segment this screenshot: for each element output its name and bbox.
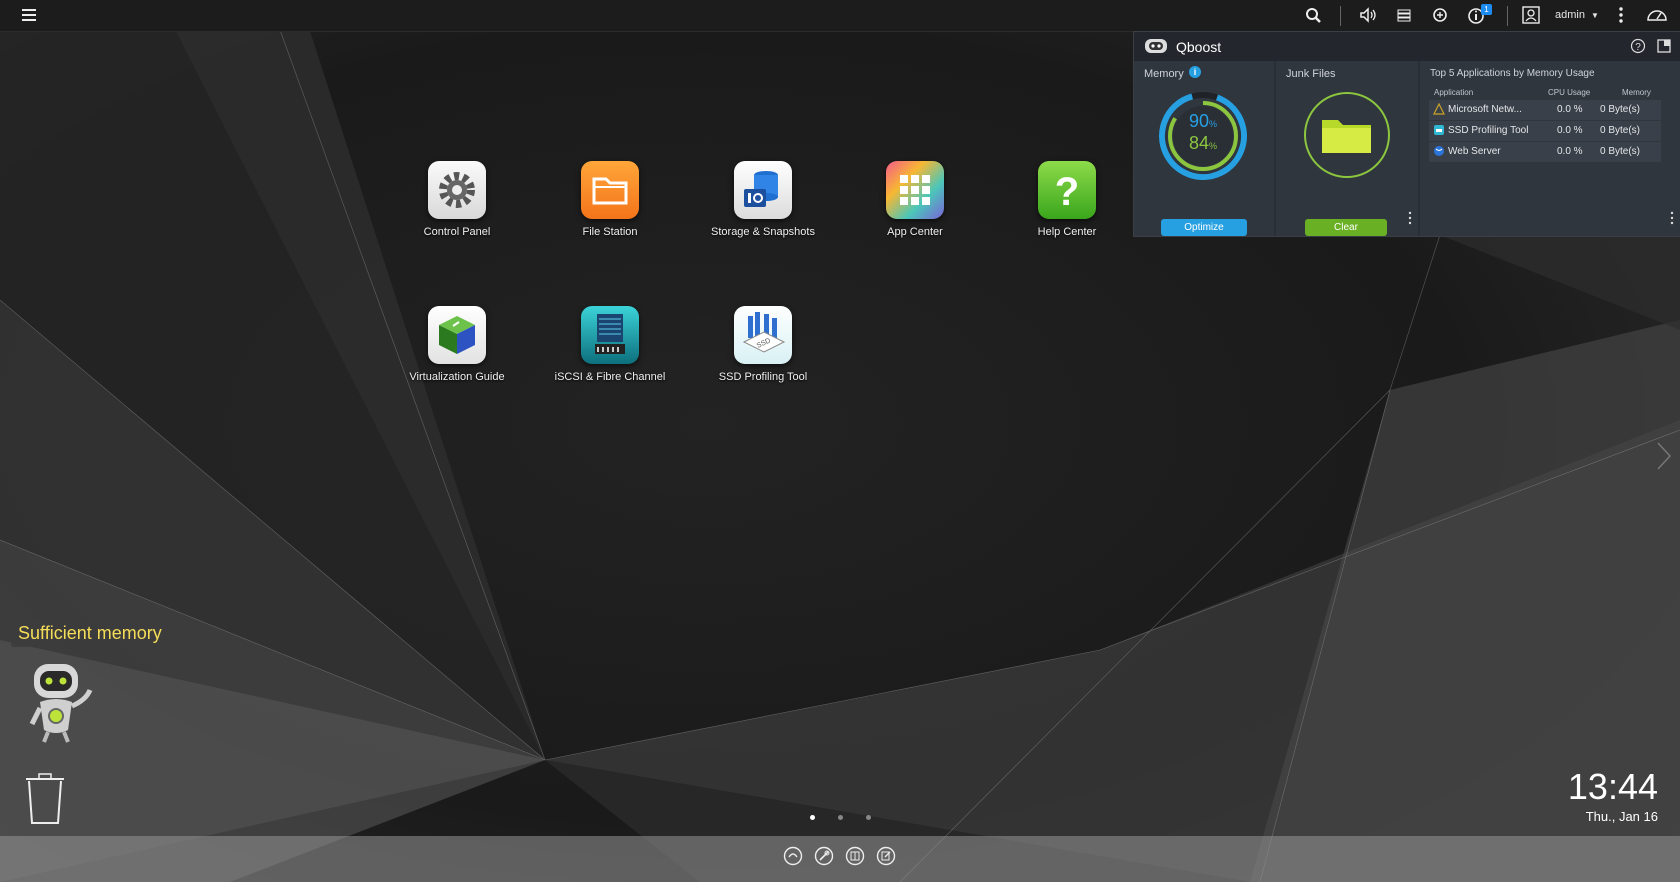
app-label: File Station [582, 226, 638, 238]
cpu-usage: 0.0 % [1557, 146, 1583, 157]
chevron-down-icon: ▼ [1591, 11, 1599, 20]
app-label: App Center [887, 226, 943, 238]
memory-percent-secondary: 84% [1157, 133, 1249, 154]
column-header-memory: Memory [1622, 88, 1651, 97]
cpu-usage: 0.0 % [1557, 125, 1583, 136]
app-name: SSD Profiling Tool [1448, 125, 1529, 136]
app-label: Help Center [1037, 226, 1097, 238]
app-file-station[interactable]: File Station [535, 161, 685, 238]
top-apps-title: Top 5 Applications by Memory Usage [1430, 68, 1595, 79]
help-icon: ? [1038, 161, 1096, 219]
memory-title: Memory [1144, 68, 1184, 80]
clock-time: 13:44 [1567, 766, 1658, 807]
server-icon [581, 306, 639, 364]
dashboard-icon[interactable] [1645, 4, 1669, 26]
app-name: Web Server [1448, 146, 1501, 157]
column-header-cpu: CPU Usage [1548, 88, 1591, 97]
app-name: Microsoft Netw... [1448, 104, 1522, 115]
trash-icon[interactable] [24, 773, 66, 825]
junk-folder-icon [1304, 92, 1390, 178]
memory-percent-primary: 90% [1157, 111, 1249, 132]
app-grid-icon [886, 161, 944, 219]
app-app-center[interactable]: App Center [840, 161, 990, 238]
svg-text:?: ? [1635, 42, 1641, 53]
cube-icon [428, 306, 486, 364]
app-label: SSD Profiling Tool [718, 371, 808, 383]
app-virtualization-guide[interactable]: Virtualization Guide [382, 306, 532, 383]
table-row[interactable]: SSD Profiling Tool 0.0 % 0 Byte(s) [1429, 121, 1661, 141]
memory-unit: % [1209, 141, 1218, 151]
clock-date: Thu., Jan 16 [1585, 809, 1658, 824]
memory-value-b: 84 [1188, 133, 1209, 153]
columns-icon[interactable] [845, 846, 865, 866]
app-label: Storage & Snapshots [711, 226, 815, 238]
memory-usage: 0 Byte(s) [1600, 146, 1641, 157]
more-icon[interactable] [1668, 211, 1676, 225]
menu-icon[interactable] [16, 3, 42, 27]
user-icon[interactable] [1519, 4, 1543, 26]
optimize-button[interactable]: Optimize [1161, 219, 1247, 236]
help-circle-icon[interactable]: ? [1630, 38, 1646, 54]
app-label: Virtualization Guide [409, 371, 505, 383]
app-label: iSCSI & Fibre Channel [554, 371, 666, 383]
memory-value-a: 90 [1188, 111, 1209, 131]
svg-text:?: ? [1055, 170, 1079, 214]
qboost-top-apps-panel: Top 5 Applications by Memory Usage Appli… [1420, 61, 1680, 236]
qboost-robot-icon[interactable] [18, 660, 108, 750]
page-dot-3[interactable] [866, 815, 871, 820]
search-icon[interactable] [1302, 4, 1326, 26]
app-ssd-profiling-tool[interactable]: SSD SSD Profiling Tool [688, 306, 838, 383]
dock-bar [0, 836, 1680, 882]
table-row[interactable]: Web Server 0.0 % 0 Byte(s) [1429, 142, 1661, 162]
column-header-application: Application [1434, 88, 1474, 97]
clear-button[interactable]: Clear [1305, 219, 1387, 236]
app-iscsi-fibre-channel[interactable]: iSCSI & Fibre Channel [535, 306, 685, 383]
robot-icon [1144, 38, 1168, 54]
app-storage-snapshots[interactable]: Storage & Snapshots [688, 161, 838, 238]
table-row[interactable]: Microsoft Netw... 0.0 % 0 Byte(s) [1429, 100, 1661, 120]
chevron-right-icon[interactable] [1655, 440, 1673, 472]
sync-icon[interactable] [1428, 4, 1452, 26]
qsync-icon[interactable] [783, 846, 803, 866]
qboost-widget: Qboost ? Memory i 90% 84% Optimize Junk … [1133, 31, 1680, 237]
app-label: Control Panel [423, 226, 491, 238]
ssd-icon: SSD [734, 306, 792, 364]
top-bar: 1 admin ▼ [0, 0, 1680, 32]
memory-status-tooltip: Sufficient memory [11, 620, 169, 647]
tools-icon[interactable] [814, 846, 834, 866]
volume-icon[interactable] [1356, 4, 1380, 26]
memory-info-icon[interactable]: i [1189, 66, 1201, 78]
ssd-icon [1433, 124, 1445, 139]
popout-icon[interactable] [1656, 38, 1672, 54]
memory-usage: 0 Byte(s) [1600, 125, 1641, 136]
network-app-icon [1433, 102, 1445, 118]
memory-usage: 0 Byte(s) [1600, 104, 1641, 115]
page-dot-2[interactable] [838, 815, 843, 820]
username: admin [1555, 9, 1585, 21]
topbar-divider [1507, 6, 1508, 26]
memory-unit: % [1209, 119, 1218, 129]
qboost-title: Qboost [1176, 39, 1222, 55]
notification-badge: 1 [1481, 4, 1492, 15]
app-help-center[interactable]: ? Help Center [992, 161, 1142, 238]
junk-title: Junk Files [1286, 68, 1336, 80]
user-menu[interactable]: admin ▼ [1555, 0, 1599, 31]
more-icon[interactable] [1406, 211, 1414, 225]
folder-icon [581, 161, 639, 219]
app-control-panel[interactable]: Control Panel [382, 161, 532, 238]
globe-icon [1433, 145, 1445, 160]
qboost-header: Qboost ? [1134, 32, 1680, 61]
topbar-divider [1340, 6, 1341, 26]
tasks-icon[interactable] [1392, 4, 1416, 26]
notes-icon[interactable] [876, 846, 896, 866]
qboost-memory-panel: Memory i 90% 84% Optimize [1134, 61, 1274, 236]
gear-icon [428, 161, 486, 219]
page-dot-1[interactable] [810, 815, 815, 820]
qboost-junk-panel: Junk Files Clear [1276, 61, 1418, 236]
cpu-usage: 0.0 % [1557, 104, 1583, 115]
storage-icon [734, 161, 792, 219]
more-icon[interactable] [1609, 4, 1633, 26]
